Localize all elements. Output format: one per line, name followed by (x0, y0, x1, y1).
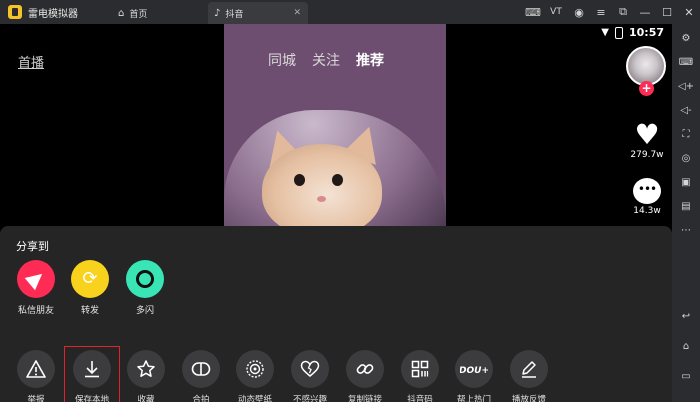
keyboard-icon[interactable]: ⌨ (678, 54, 694, 70)
maximize-icon[interactable]: ☐ (656, 6, 678, 19)
app-title: 雷电模拟器 (28, 8, 78, 20)
duet-button[interactable]: 合拍 (174, 350, 228, 402)
tab-local[interactable]: 同城 (268, 50, 296, 70)
like-button[interactable]: ♥ 279.7w (626, 118, 668, 161)
restore-icon[interactable]: ⧉ (612, 5, 634, 19)
status-time: 10:57 (628, 26, 664, 39)
volume-down-icon[interactable]: ◁- (678, 102, 694, 118)
user-icon[interactable]: ◉ (568, 6, 590, 19)
emulator-logo-icon (8, 5, 22, 19)
close-icon[interactable]: ✕ (678, 6, 700, 19)
comment-button[interactable]: ••• 14.3w (626, 178, 668, 216)
wifi-icon: ▼ (601, 27, 609, 38)
link-icon (346, 350, 384, 388)
fullscreen-icon[interactable]: ⛶ (678, 126, 694, 142)
not-interested-label: 不感兴趣 (292, 395, 327, 402)
feed-tabs: 同城 关注 推荐 (268, 50, 384, 70)
dou-plus-icon: DOU+ (455, 350, 493, 388)
repost-icon (71, 260, 109, 298)
apk-icon[interactable]: ▤ (678, 198, 694, 214)
more-icon[interactable]: ⋯ (678, 222, 694, 238)
dou-plus-label: 帮上热门 (456, 395, 491, 402)
share-repost[interactable]: 转发 (60, 260, 120, 316)
play-feedback-label: 播放反馈 (511, 395, 546, 402)
share-sheet-title: 分享到 (16, 240, 49, 253)
battery-icon (614, 26, 623, 39)
titlebar-controls: ⌨ VT ◉ ≡ ⧉ — ☐ ✕ (522, 0, 700, 24)
share-duoshan[interactable]: 多闪 (115, 260, 175, 316)
douyin-code-button[interactable]: 抖音码 (393, 350, 447, 402)
home-nav-icon[interactable]: ⌂ (678, 338, 694, 354)
volume-up-icon[interactable]: ◁+ (678, 78, 694, 94)
warning-icon (17, 350, 55, 388)
comment-icon: ••• (633, 178, 661, 204)
share-dm-label: 私信朋友 (17, 306, 54, 316)
douyin-icon: ♪ (214, 7, 221, 19)
back-icon[interactable]: ↩ (678, 308, 694, 324)
duoshan-icon (126, 260, 164, 298)
copy-link-label: 复制链接 (347, 395, 382, 402)
duet-icon (182, 350, 220, 388)
follow-plus-icon[interactable]: + (639, 81, 654, 96)
emulator-sidebar: ⚙ ⌨ ◁+ ◁- ⛶ ◎ ▣ ▤ ⋯ ↩ ⌂ ▭ (672, 24, 700, 402)
title-bar: 雷电模拟器 ⌂ 首页 ♪ 抖音 ✕ ⌨ VT ◉ ≡ ⧉ — ☐ ✕ (0, 0, 700, 24)
not-interested-button[interactable]: 不感兴趣 (283, 350, 337, 402)
live-wallpaper-button[interactable]: 动态壁纸 (228, 350, 282, 402)
feedback-icon (510, 350, 548, 388)
vt-badge[interactable]: VT (544, 7, 568, 17)
phone-screen: 首播 同城 关注 推荐 ▼ 10:57 + ♥ 279.7w ••• 14.3w… (0, 24, 672, 402)
share-duoshan-label: 多闪 (135, 306, 154, 316)
emulator-window: 雷电模拟器 ⌂ 首页 ♪ 抖音 ✕ ⌨ VT ◉ ≡ ⧉ — ☐ ✕ 首播 同城… (0, 0, 700, 402)
favorite-button[interactable]: 收藏 (119, 350, 173, 402)
star-icon (127, 350, 165, 388)
share-sheet: 分享到 私信朋友 转发 多闪 举报 (0, 226, 672, 402)
svg-text:DOU+: DOU+ (460, 366, 488, 376)
tab-following[interactable]: 关注 (312, 50, 340, 70)
heart-icon: ♥ (634, 118, 660, 151)
favorite-label: 收藏 (137, 395, 155, 402)
tab-close-icon[interactable]: ✕ (293, 8, 301, 18)
recent-apps-icon[interactable]: ▭ (678, 368, 694, 384)
menu-icon[interactable]: ≡ (590, 6, 612, 19)
qrcode-icon (401, 350, 439, 388)
comment-count: 14.3w (633, 206, 661, 216)
live-menu-button[interactable]: 首播 (18, 52, 44, 71)
status-bar: ▼ 10:57 (601, 26, 664, 39)
report-label: 举报 (27, 395, 45, 402)
broken-heart-icon (291, 350, 329, 388)
live-wallpaper-label: 动态壁纸 (237, 395, 272, 402)
highlight-box (64, 346, 120, 402)
cat-image (254, 121, 394, 226)
copy-link-button[interactable]: 复制链接 (338, 350, 392, 402)
settings-icon[interactable]: ⚙ (678, 30, 694, 46)
wallpaper-icon (236, 350, 274, 388)
share-repost-label: 转发 (80, 306, 99, 316)
record-icon[interactable]: ◎ (678, 150, 694, 166)
home-icon: ⌂ (118, 7, 125, 19)
play-feedback-button[interactable]: 播放反馈 (502, 350, 556, 402)
report-button[interactable]: 举报 (9, 350, 63, 402)
douyin-code-label: 抖音码 (407, 395, 433, 402)
screenshot-icon[interactable]: ▣ (678, 174, 694, 190)
gamepad-icon[interactable]: ⌨ (522, 6, 544, 19)
duet-label: 合拍 (192, 395, 210, 402)
send-icon (17, 260, 55, 298)
tab-recommended[interactable]: 推荐 (356, 50, 384, 70)
tab-home-label: 首页 (129, 9, 148, 20)
tab-douyin-label: 抖音 (225, 9, 244, 20)
like-count: 279.7w (630, 150, 664, 160)
tab-douyin[interactable]: ♪ 抖音 ✕ (208, 2, 308, 24)
share-dm-friend[interactable]: 私信朋友 (6, 260, 66, 316)
minimize-icon[interactable]: — (634, 6, 656, 19)
dou-plus-button[interactable]: DOU+ 帮上热门 (447, 350, 501, 402)
tab-home[interactable]: ⌂ 首页 (112, 2, 204, 24)
author-avatar[interactable] (626, 46, 666, 86)
